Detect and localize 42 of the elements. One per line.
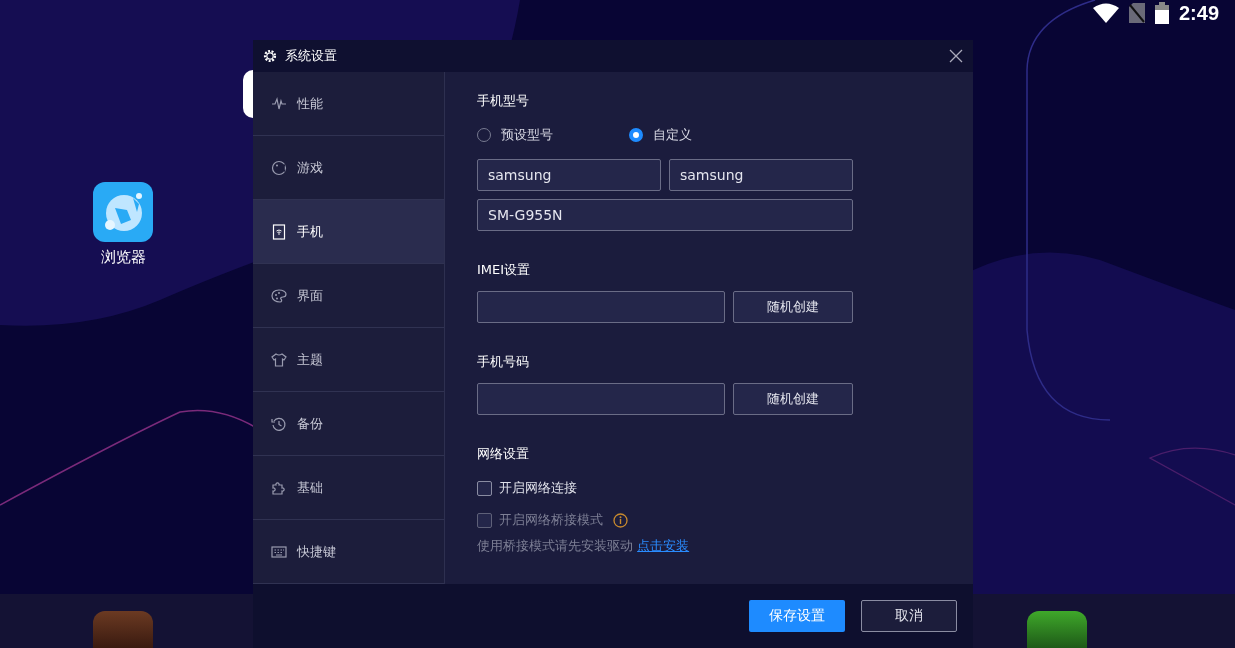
- sidebar-item[interactable]: 性能: [253, 72, 444, 136]
- checkbox[interactable]: [477, 480, 492, 496]
- radio-option[interactable]: 自定义: [629, 126, 781, 144]
- install-link[interactable]: 点击安装: [637, 538, 690, 553]
- text-field[interactable]: SM-G955N: [477, 199, 853, 231]
- settings-icon: [263, 49, 277, 63]
- sidebar-item[interactable]: 基础: [253, 456, 444, 520]
- sidebar-item[interactable]: 界面: [253, 264, 444, 328]
- radio-button[interactable]: [629, 128, 643, 142]
- sidebar-item-icon: [271, 95, 287, 112]
- sidebar-item-icon: [271, 159, 287, 176]
- cancel-button[interactable]: 取消: [861, 600, 957, 632]
- sidebar-item-icon: [271, 415, 287, 432]
- info-icon[interactable]: [613, 512, 628, 528]
- wifi-icon: [1092, 3, 1119, 23]
- imei-field[interactable]: [477, 291, 725, 323]
- radio-option[interactable]: 预设型号: [477, 126, 629, 144]
- section-title: 手机型号: [477, 92, 530, 110]
- battery-icon: [1154, 2, 1169, 24]
- sidebar-item-icon: [271, 223, 287, 240]
- section-title: IMEI设置: [477, 261, 532, 279]
- sidebar-item-icon: [271, 543, 287, 560]
- sidebar-item-icon: [271, 287, 287, 304]
- game-icon-photo-placeholder[interactable]: [1027, 611, 1087, 648]
- section-title: 手机号码: [477, 353, 530, 371]
- sidebar-item[interactable]: 主题: [253, 328, 444, 392]
- dialog-title: 系统设置: [285, 47, 338, 65]
- sidebar-item-icon: [271, 479, 287, 496]
- no-sim-icon: [1128, 3, 1145, 23]
- generate-button[interactable]: 随机创建: [733, 291, 853, 323]
- clock-time: 2:49: [1178, 1, 1219, 25]
- text-field[interactable]: samsung: [477, 159, 661, 191]
- phone-number-field[interactable]: [477, 383, 725, 415]
- sidebar-item[interactable]: 手机: [253, 200, 444, 264]
- sidebar-item-icon: [271, 351, 287, 368]
- sidebar-item[interactable]: 备份: [253, 392, 444, 456]
- section-title: 网络设置: [477, 445, 530, 463]
- generate-button[interactable]: 随机创建: [733, 383, 853, 415]
- checkbox-option[interactable]: 开启网络连接: [477, 479, 577, 497]
- close-button[interactable]: [949, 49, 963, 63]
- bridge-mode-note: 使用桥接模式请先安装驱动 点击安装: [477, 537, 691, 555]
- text-field[interactable]: samsung: [669, 159, 853, 191]
